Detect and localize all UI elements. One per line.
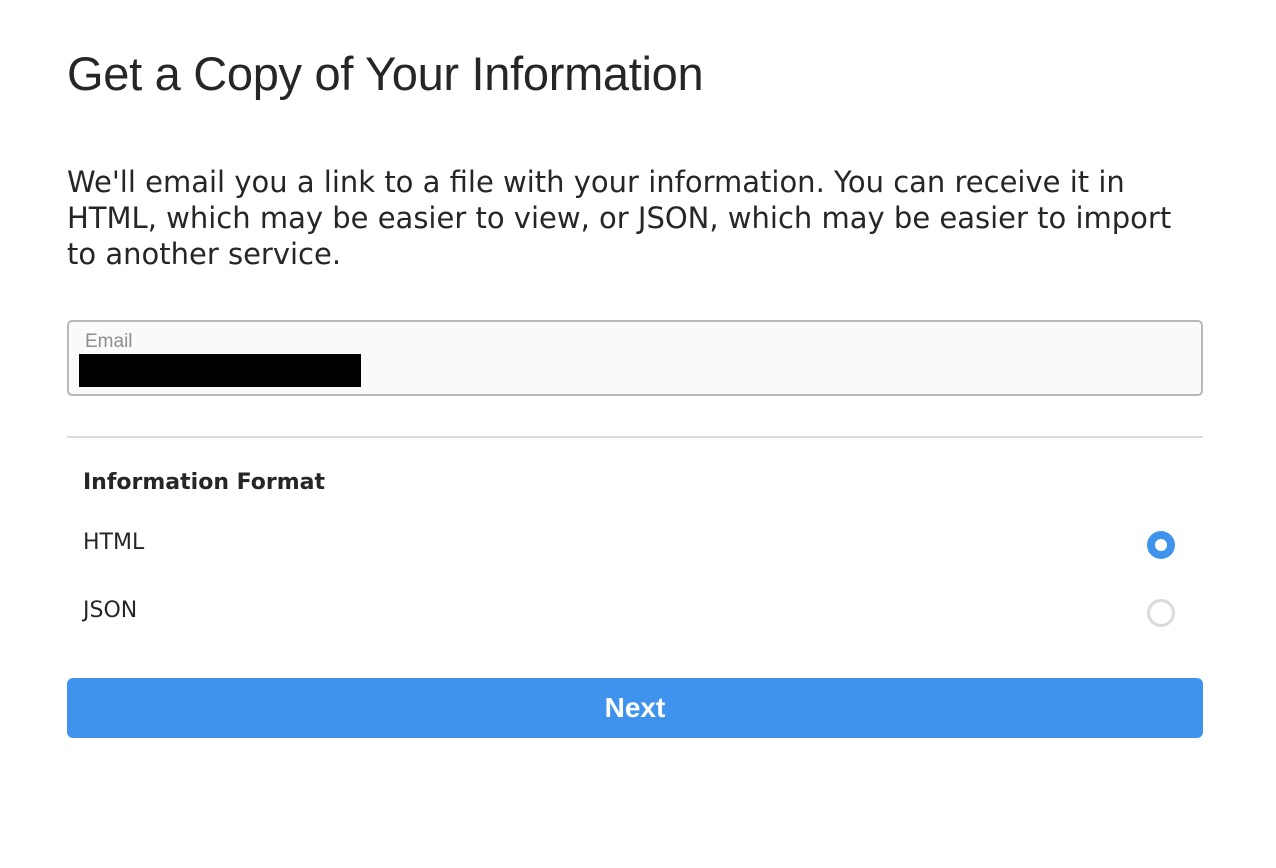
email-field-label: Email (85, 331, 133, 352)
email-field[interactable]: Email (67, 320, 1203, 396)
next-button[interactable]: Next (67, 678, 1203, 738)
page-title: Get a Copy of Your Information (67, 47, 704, 100)
format-option-html[interactable]: HTML (67, 517, 1203, 573)
section-divider (67, 436, 1203, 438)
get-copy-page: Get a Copy of Your Information We'll ema… (0, 0, 1276, 868)
email-field-value-redacted[interactable] (79, 354, 361, 387)
format-option-html-radio[interactable] (1147, 531, 1175, 559)
format-option-json-label: JSON (83, 598, 138, 623)
page-description: We'll email you a link to a file with yo… (67, 165, 1172, 271)
format-option-html-label: HTML (83, 530, 145, 555)
format-option-json[interactable]: JSON (67, 585, 1203, 641)
information-format-heading: Information Format (83, 470, 326, 495)
format-option-json-radio[interactable] (1147, 599, 1175, 627)
